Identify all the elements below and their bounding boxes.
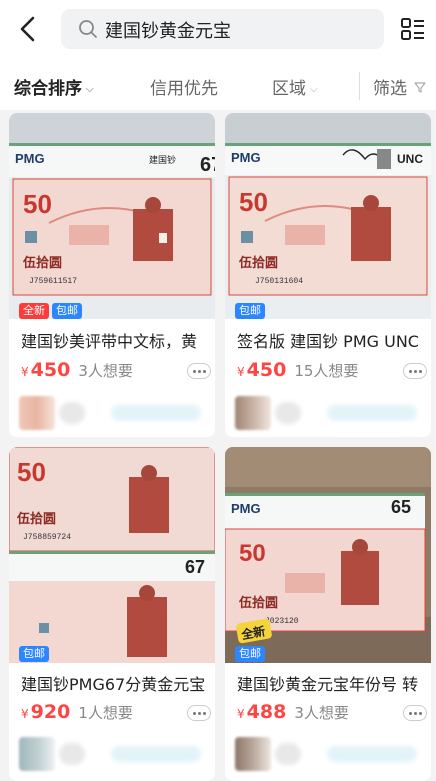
serial-number: J750131604 xyxy=(255,277,303,286)
seller-info-blurred xyxy=(327,405,417,421)
seller-avatar[interactable] xyxy=(19,396,55,430)
currency-symbol: ¥ xyxy=(21,707,29,721)
sort-credit[interactable]: 信用优先 xyxy=(150,74,218,99)
seller-name-blurred xyxy=(275,743,301,765)
grade-number: UNC xyxy=(397,152,423,166)
product-title[interactable]: 建国钞黄金元宝年份号 转 xyxy=(237,671,425,695)
grade-number: 65 xyxy=(391,497,411,517)
search-query[interactable]: 建国钞黄金元宝 xyxy=(105,17,231,43)
sort-credit-label: 信用优先 xyxy=(150,79,218,99)
price: 488 xyxy=(246,701,287,723)
tag-row: 包邮 xyxy=(19,646,49,662)
note-value: 50 xyxy=(239,540,266,567)
product-title[interactable]: 签名版 建国钞 PMG UNC xyxy=(237,328,425,352)
seller-row[interactable] xyxy=(19,737,209,771)
want-count: 15人想要 xyxy=(294,362,359,380)
want-count: 3人想要 xyxy=(78,362,133,380)
product-photo[interactable]: 50 伍拾圆 J758859724 67 xyxy=(9,447,215,663)
denomination: 伍拾圆 xyxy=(238,255,278,271)
seller-row[interactable] xyxy=(235,396,425,430)
seller-row[interactable] xyxy=(19,396,209,430)
price: 450 xyxy=(30,359,71,381)
price: 920 xyxy=(30,701,71,723)
serial-number: J758859724 xyxy=(23,533,71,542)
tag-row: 全新 包邮 xyxy=(19,303,82,319)
product-card[interactable]: PMG 建国钞 67 50 伍拾圆 J759611517 全新 包邮 建国钞美评… xyxy=(9,113,215,437)
want-count: 1人想要 xyxy=(78,704,133,722)
search-icon xyxy=(79,20,97,38)
product-card[interactable]: PMG UNC 50 伍拾圆 J750131604 包邮 签名版 建国钞 PMG… xyxy=(225,113,431,437)
holder-label: 建国钞 xyxy=(149,154,176,166)
region-filter[interactable]: 区域 ⌵ xyxy=(272,74,318,99)
grade-number: 67 xyxy=(200,154,215,176)
tag-row: 包邮 xyxy=(235,303,265,319)
filter-divider xyxy=(359,72,360,100)
note-value: 50 xyxy=(17,457,46,487)
seller-avatar[interactable] xyxy=(235,737,271,771)
currency-symbol: ¥ xyxy=(237,365,245,379)
denomination: 伍拾圆 xyxy=(16,511,56,527)
product-title[interactable]: 建国钞PMG67分黄金元宝 xyxy=(21,671,209,695)
pmg-logo: PMG xyxy=(231,150,261,165)
chevron-down-icon: ⌵ xyxy=(86,84,94,95)
currency-symbol: ¥ xyxy=(21,365,29,379)
pmg-logo: PMG xyxy=(231,501,261,516)
seller-name-blurred xyxy=(59,402,85,424)
serial-number: J759611517 xyxy=(29,277,77,286)
grade-number: 67 xyxy=(185,557,205,577)
filter-bar: 综合排序 ⌵ 信用优先 区域 ⌵ 筛选 xyxy=(0,62,436,110)
new-badge: 全新 xyxy=(19,303,49,319)
grid-layout-icon[interactable] xyxy=(400,17,426,41)
product-photo[interactable]: PMG UNC 50 伍拾圆 J750131604 xyxy=(225,113,431,319)
note-value: 50 xyxy=(239,187,268,217)
more-options-button[interactable] xyxy=(403,705,427,721)
denomination: 伍拾圆 xyxy=(22,255,62,271)
price-row: ¥450 3人想要 xyxy=(21,359,211,385)
search-bar[interactable]: 建国钞黄金元宝 xyxy=(61,9,384,49)
region-filter-label: 区域 xyxy=(272,79,306,99)
free-shipping-badge: 包邮 xyxy=(235,303,265,319)
sort-comprehensive[interactable]: 综合排序 ⌵ xyxy=(14,74,94,99)
free-shipping-badge: 包邮 xyxy=(19,646,49,662)
chevron-down-icon: ⌵ xyxy=(310,84,318,95)
price-row: ¥920 1人想要 xyxy=(21,701,211,727)
product-card[interactable]: PMG 65 50 伍拾圆 J023120 全新 包邮 建国钞黄金元宝年份号 转… xyxy=(225,447,431,781)
product-photo[interactable]: PMG 65 50 伍拾圆 J023120 全新 xyxy=(225,447,431,663)
pmg-logo: PMG xyxy=(15,151,45,166)
top-bar: 建国钞黄金元宝 xyxy=(0,0,436,62)
seller-name-blurred xyxy=(275,402,301,424)
seller-name-blurred xyxy=(59,743,85,765)
currency-symbol: ¥ xyxy=(237,707,245,721)
want-count: 3人想要 xyxy=(294,704,349,722)
more-options-button[interactable] xyxy=(187,705,211,721)
price: 450 xyxy=(246,359,287,381)
funnel-icon xyxy=(414,82,427,93)
denomination: 伍拾圆 xyxy=(238,595,278,611)
seller-info-blurred xyxy=(111,405,201,421)
more-options-button[interactable] xyxy=(403,363,427,379)
screen-filter-label: 筛选 xyxy=(373,79,407,99)
free-shipping-badge: 包邮 xyxy=(235,646,265,662)
back-arrow-icon[interactable] xyxy=(14,14,42,44)
product-card[interactable]: 50 伍拾圆 J758859724 67 包邮 建国钞PMG67分黄金元宝 ¥9… xyxy=(9,447,215,781)
product-title[interactable]: 建国钞美评带中文标，黄 xyxy=(21,328,209,352)
price-row: ¥450 15人想要 xyxy=(237,359,427,385)
seller-avatar[interactable] xyxy=(19,737,55,771)
product-photo[interactable]: PMG 建国钞 67 50 伍拾圆 J759611517 xyxy=(9,113,215,319)
free-shipping-badge: 包邮 xyxy=(52,303,82,319)
more-options-button[interactable] xyxy=(187,363,211,379)
note-value: 50 xyxy=(23,189,52,219)
sort-comprehensive-label: 综合排序 xyxy=(14,79,82,99)
screen-filter[interactable]: 筛选 xyxy=(373,74,427,99)
seller-avatar[interactable] xyxy=(235,396,271,430)
price-row: ¥488 3人想要 xyxy=(237,701,427,727)
tag-row: 包邮 xyxy=(235,646,265,662)
seller-info-blurred xyxy=(327,746,417,762)
seller-info-blurred xyxy=(111,746,201,762)
seller-row[interactable] xyxy=(235,737,425,771)
